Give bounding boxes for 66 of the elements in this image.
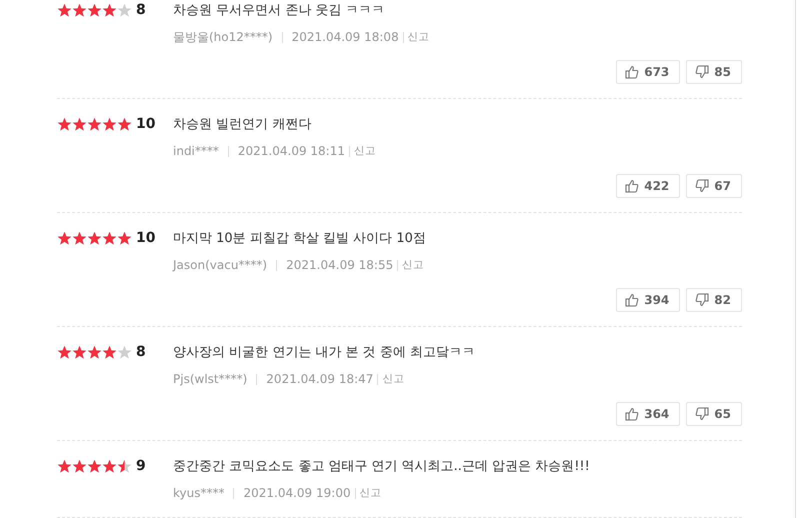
date: 2021.04.09 18:47 <box>266 372 374 386</box>
star-icon <box>87 458 102 474</box>
star-icon <box>117 116 132 132</box>
like-button[interactable]: 364 <box>616 402 680 426</box>
review-text: 중간중간 코믹요소도 좋고 엄태구 연기 역시최고..근데 압권은 차승원!!! <box>173 458 590 475</box>
score: 10 <box>135 116 156 132</box>
thumbs-down-icon <box>695 293 710 307</box>
thumbs-down-icon <box>695 407 710 421</box>
score: 8 <box>135 2 147 18</box>
date: 2021.04.09 18:55 <box>286 258 394 272</box>
author: 물방울(ho12****) <box>173 28 273 46</box>
report-link[interactable]: 신고 <box>402 258 424 272</box>
star-icon <box>102 230 117 246</box>
thumbs-up-icon <box>625 179 640 193</box>
like-button[interactable]: 394 <box>616 288 680 312</box>
like-button[interactable]: 673 <box>616 60 680 84</box>
star-icon <box>57 458 72 474</box>
star-icon <box>102 116 117 132</box>
star-icon <box>87 116 102 132</box>
star-icon <box>117 2 132 18</box>
review-text: 차승원 빌런연기 캐쩐다 <box>173 116 312 133</box>
star-icon <box>87 344 102 360</box>
score: 10 <box>135 230 156 246</box>
dislike-button[interactable]: 85 <box>686 60 742 84</box>
dislike-button[interactable]: 67 <box>686 174 742 198</box>
thumbs-down-icon <box>695 179 710 193</box>
date: 2021.04.09 18:11 <box>238 144 345 158</box>
dislike-button[interactable]: 65 <box>686 402 742 426</box>
star-icon <box>87 230 102 246</box>
star-icon <box>117 458 132 474</box>
report-link[interactable]: 신고 <box>354 144 376 158</box>
author: Jason(vacu****) <box>173 258 268 272</box>
author: indi**** <box>173 144 219 158</box>
thumbs-up-icon <box>625 293 640 307</box>
like-button[interactable]: 422 <box>616 174 680 198</box>
star-icon <box>72 230 87 246</box>
star-icon <box>102 458 117 474</box>
star-icon <box>57 116 72 132</box>
date: 2021.04.09 18:08 <box>292 30 399 44</box>
report-link[interactable]: 신고 <box>360 486 382 500</box>
report-link[interactable]: 신고 <box>408 30 430 44</box>
star-icon <box>117 344 132 360</box>
review-text: 양사장의 비굴한 연기는 내가 본 것 중에 최고닼ㅋㅋ <box>173 344 475 361</box>
report-link[interactable]: 신고 <box>382 372 404 386</box>
review-text: 마지막 10분 피칠갑 학살 킬빌 사이다 10점 <box>173 230 426 247</box>
star-icon <box>102 2 117 18</box>
dislike-button[interactable]: 82 <box>686 288 742 312</box>
star-icon <box>57 344 72 360</box>
star-icon <box>72 116 87 132</box>
star-icon <box>57 2 72 18</box>
star-icon <box>117 230 132 246</box>
date: 2021.04.09 19:00 <box>243 486 351 500</box>
thumbs-up-icon <box>625 407 640 421</box>
score: 8 <box>135 344 147 360</box>
thumbs-down-icon <box>695 65 710 79</box>
thumbs-up-icon <box>625 65 640 79</box>
star-icon <box>57 230 72 246</box>
review-text: 차승원 무서우면서 존나 웃김 ㅋㅋㅋ <box>173 2 385 19</box>
star-icon <box>72 2 87 18</box>
star-icon <box>102 344 117 360</box>
star-icon <box>72 344 87 360</box>
star-icon <box>72 458 87 474</box>
score: 9 <box>135 458 147 474</box>
author: kyus**** <box>173 486 224 500</box>
star-icon <box>87 2 102 18</box>
author: Pjs(wlst****) <box>173 372 248 386</box>
